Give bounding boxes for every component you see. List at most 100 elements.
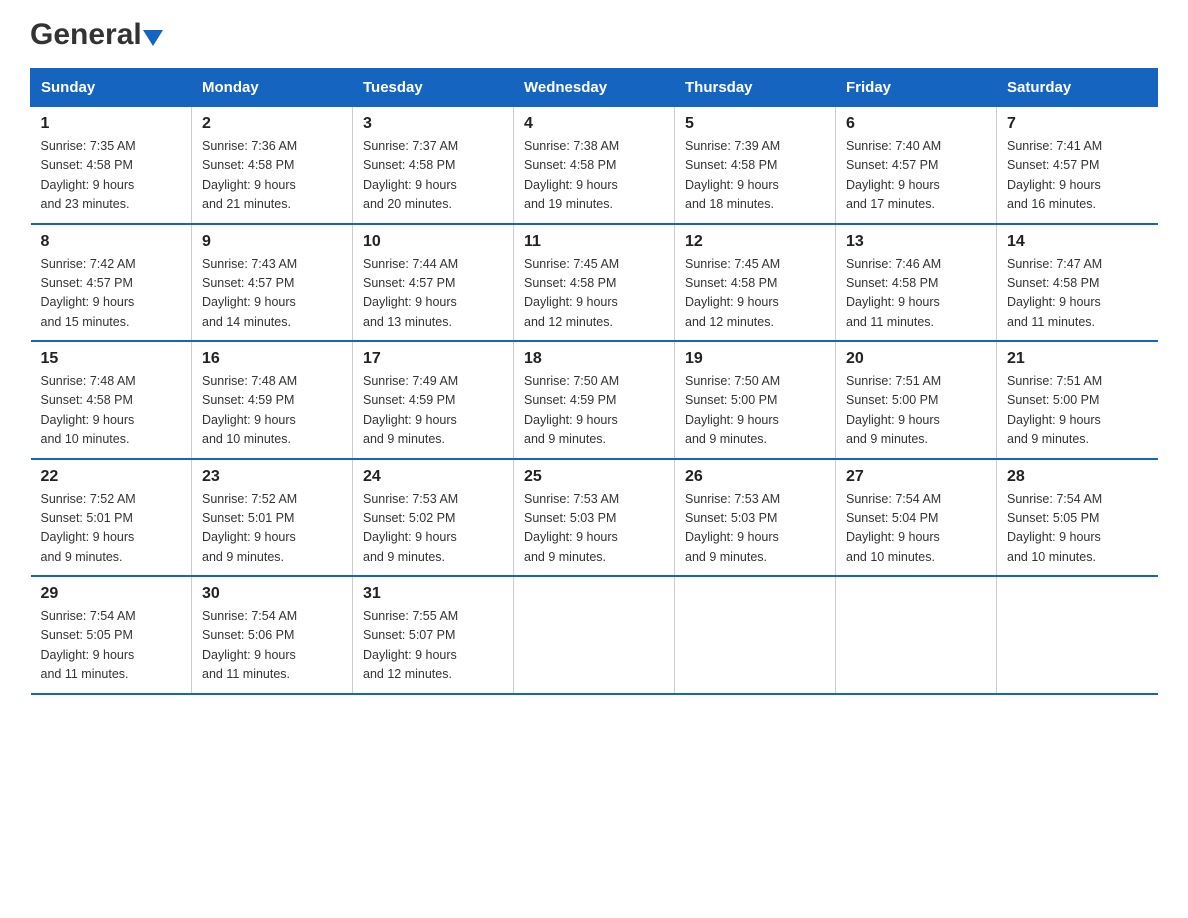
day-number: 23 bbox=[202, 468, 342, 486]
day-info: Sunrise: 7:52 AMSunset: 5:01 PMDaylight:… bbox=[202, 490, 342, 568]
day-number: 13 bbox=[846, 233, 986, 251]
day-number: 31 bbox=[363, 585, 503, 603]
day-info: Sunrise: 7:45 AMSunset: 4:58 PMDaylight:… bbox=[685, 255, 825, 333]
calendar-header: SundayMondayTuesdayWednesdayThursdayFrid… bbox=[31, 69, 1158, 107]
calendar-cell: 7 Sunrise: 7:41 AMSunset: 4:57 PMDaylight… bbox=[997, 107, 1158, 224]
day-number: 5 bbox=[685, 115, 825, 133]
calendar-cell: 28 Sunrise: 7:54 AMSunset: 5:05 PMDayligh… bbox=[997, 459, 1158, 577]
day-number: 20 bbox=[846, 350, 986, 368]
calendar-cell: 11 Sunrise: 7:45 AMSunset: 4:58 PMDayligh… bbox=[514, 224, 675, 342]
calendar-body: 1 Sunrise: 7:35 AMSunset: 4:58 PMDaylight… bbox=[31, 107, 1158, 694]
day-number: 17 bbox=[363, 350, 503, 368]
calendar-cell: 13Sunrise: 7:46 AMSunset: 4:58 PMDayligh… bbox=[836, 224, 997, 342]
week-row-5: 29 Sunrise: 7:54 AMSunset: 5:05 PMDayligh… bbox=[31, 576, 1158, 694]
day-number: 7 bbox=[1007, 115, 1148, 133]
day-info: Sunrise: 7:54 AMSunset: 5:04 PMDaylight:… bbox=[846, 490, 986, 568]
day-number: 3 bbox=[363, 115, 503, 133]
day-info: Sunrise: 7:54 AMSunset: 5:06 PMDaylight:… bbox=[202, 607, 342, 685]
day-number: 15 bbox=[41, 350, 182, 368]
header-cell-monday: Monday bbox=[192, 69, 353, 107]
day-info: Sunrise: 7:51 AMSunset: 5:00 PMDaylight:… bbox=[1007, 372, 1148, 450]
week-row-2: 8Sunrise: 7:42 AMSunset: 4:57 PMDaylight… bbox=[31, 224, 1158, 342]
day-info: Sunrise: 7:55 AMSunset: 5:07 PMDaylight:… bbox=[363, 607, 503, 685]
header-cell-saturday: Saturday bbox=[997, 69, 1158, 107]
calendar-cell: 2Sunrise: 7:36 AMSunset: 4:58 PMDaylight… bbox=[192, 107, 353, 224]
calendar-cell: 20 Sunrise: 7:51 AMSunset: 5:00 PMDayligh… bbox=[836, 341, 997, 459]
calendar-cell: 22 Sunrise: 7:52 AMSunset: 5:01 PMDayligh… bbox=[31, 459, 192, 577]
day-number: 1 bbox=[41, 115, 182, 133]
logo-triangle-icon bbox=[143, 30, 163, 46]
calendar-cell: 24 Sunrise: 7:53 AMSunset: 5:02 PMDayligh… bbox=[353, 459, 514, 577]
day-number: 22 bbox=[41, 468, 182, 486]
day-number: 4 bbox=[524, 115, 664, 133]
calendar-cell: 8Sunrise: 7:42 AMSunset: 4:57 PMDaylight… bbox=[31, 224, 192, 342]
calendar-cell: 5 Sunrise: 7:39 AMSunset: 4:58 PMDaylight… bbox=[675, 107, 836, 224]
calendar-cell: 29 Sunrise: 7:54 AMSunset: 5:05 PMDayligh… bbox=[31, 576, 192, 694]
day-info: Sunrise: 7:44 AMSunset: 4:57 PMDaylight:… bbox=[363, 255, 503, 333]
day-info: Sunrise: 7:38 AMSunset: 4:58 PMDaylight:… bbox=[524, 137, 664, 215]
day-info: Sunrise: 7:35 AMSunset: 4:58 PMDaylight:… bbox=[41, 137, 182, 215]
header-row: SundayMondayTuesdayWednesdayThursdayFrid… bbox=[31, 69, 1158, 107]
day-info: Sunrise: 7:39 AMSunset: 4:58 PMDaylight:… bbox=[685, 137, 825, 215]
day-number: 14 bbox=[1007, 233, 1148, 251]
calendar-cell: 30 Sunrise: 7:54 AMSunset: 5:06 PMDayligh… bbox=[192, 576, 353, 694]
calendar-cell: 17 Sunrise: 7:49 AMSunset: 4:59 PMDayligh… bbox=[353, 341, 514, 459]
day-info: Sunrise: 7:41 AMSunset: 4:57 PMDaylight:… bbox=[1007, 137, 1148, 215]
header-cell-wednesday: Wednesday bbox=[514, 69, 675, 107]
logo: General bbox=[30, 20, 163, 50]
week-row-1: 1 Sunrise: 7:35 AMSunset: 4:58 PMDaylight… bbox=[31, 107, 1158, 224]
calendar-cell: 9 Sunrise: 7:43 AMSunset: 4:57 PMDaylight… bbox=[192, 224, 353, 342]
day-info: Sunrise: 7:54 AMSunset: 5:05 PMDaylight:… bbox=[41, 607, 182, 685]
calendar-cell: 14 Sunrise: 7:47 AMSunset: 4:58 PMDayligh… bbox=[997, 224, 1158, 342]
header-cell-friday: Friday bbox=[836, 69, 997, 107]
day-number: 30 bbox=[202, 585, 342, 603]
day-info: Sunrise: 7:47 AMSunset: 4:58 PMDaylight:… bbox=[1007, 255, 1148, 333]
day-info: Sunrise: 7:51 AMSunset: 5:00 PMDaylight:… bbox=[846, 372, 986, 450]
page-header: General bbox=[30, 20, 1158, 50]
day-number: 21 bbox=[1007, 350, 1148, 368]
calendar-cell: 27 Sunrise: 7:54 AMSunset: 5:04 PMDayligh… bbox=[836, 459, 997, 577]
day-number: 10 bbox=[363, 233, 503, 251]
calendar-cell: 19Sunrise: 7:50 AMSunset: 5:00 PMDayligh… bbox=[675, 341, 836, 459]
header-cell-sunday: Sunday bbox=[31, 69, 192, 107]
calendar-cell: 25Sunrise: 7:53 AMSunset: 5:03 PMDayligh… bbox=[514, 459, 675, 577]
day-info: Sunrise: 7:54 AMSunset: 5:05 PMDaylight:… bbox=[1007, 490, 1148, 568]
calendar-cell: 12 Sunrise: 7:45 AMSunset: 4:58 PMDayligh… bbox=[675, 224, 836, 342]
day-info: Sunrise: 7:52 AMSunset: 5:01 PMDaylight:… bbox=[41, 490, 182, 568]
calendar-cell: 15Sunrise: 7:48 AMSunset: 4:58 PMDayligh… bbox=[31, 341, 192, 459]
day-info: Sunrise: 7:40 AMSunset: 4:57 PMDaylight:… bbox=[846, 137, 986, 215]
day-number: 12 bbox=[685, 233, 825, 251]
calendar-cell: 18Sunrise: 7:50 AMSunset: 4:59 PMDayligh… bbox=[514, 341, 675, 459]
day-number: 6 bbox=[846, 115, 986, 133]
day-number: 28 bbox=[1007, 468, 1148, 486]
day-number: 8 bbox=[41, 233, 182, 251]
calendar-cell bbox=[514, 576, 675, 694]
calendar-cell: 31 Sunrise: 7:55 AMSunset: 5:07 PMDayligh… bbox=[353, 576, 514, 694]
day-number: 27 bbox=[846, 468, 986, 486]
day-info: Sunrise: 7:48 AMSunset: 4:59 PMDaylight:… bbox=[202, 372, 342, 450]
day-info: Sunrise: 7:53 AMSunset: 5:03 PMDaylight:… bbox=[685, 490, 825, 568]
day-number: 26 bbox=[685, 468, 825, 486]
calendar-cell bbox=[836, 576, 997, 694]
day-info: Sunrise: 7:53 AMSunset: 5:02 PMDaylight:… bbox=[363, 490, 503, 568]
day-number: 11 bbox=[524, 233, 664, 251]
day-info: Sunrise: 7:37 AMSunset: 4:58 PMDaylight:… bbox=[363, 137, 503, 215]
day-number: 29 bbox=[41, 585, 182, 603]
calendar-cell: 10 Sunrise: 7:44 AMSunset: 4:57 PMDayligh… bbox=[353, 224, 514, 342]
day-info: Sunrise: 7:49 AMSunset: 4:59 PMDaylight:… bbox=[363, 372, 503, 450]
day-number: 2 bbox=[202, 115, 342, 133]
logo-general: General bbox=[30, 20, 163, 50]
day-number: 9 bbox=[202, 233, 342, 251]
calendar-cell bbox=[997, 576, 1158, 694]
week-row-4: 22 Sunrise: 7:52 AMSunset: 5:01 PMDayligh… bbox=[31, 459, 1158, 577]
calendar-cell: 23 Sunrise: 7:52 AMSunset: 5:01 PMDayligh… bbox=[192, 459, 353, 577]
calendar-cell: 16 Sunrise: 7:48 AMSunset: 4:59 PMDayligh… bbox=[192, 341, 353, 459]
day-number: 24 bbox=[363, 468, 503, 486]
week-row-3: 15Sunrise: 7:48 AMSunset: 4:58 PMDayligh… bbox=[31, 341, 1158, 459]
day-info: Sunrise: 7:43 AMSunset: 4:57 PMDaylight:… bbox=[202, 255, 342, 333]
calendar-cell: 3 Sunrise: 7:37 AMSunset: 4:58 PMDaylight… bbox=[353, 107, 514, 224]
day-info: Sunrise: 7:45 AMSunset: 4:58 PMDaylight:… bbox=[524, 255, 664, 333]
calendar-cell: 26 Sunrise: 7:53 AMSunset: 5:03 PMDayligh… bbox=[675, 459, 836, 577]
day-number: 16 bbox=[202, 350, 342, 368]
calendar-table: SundayMondayTuesdayWednesdayThursdayFrid… bbox=[30, 68, 1158, 695]
